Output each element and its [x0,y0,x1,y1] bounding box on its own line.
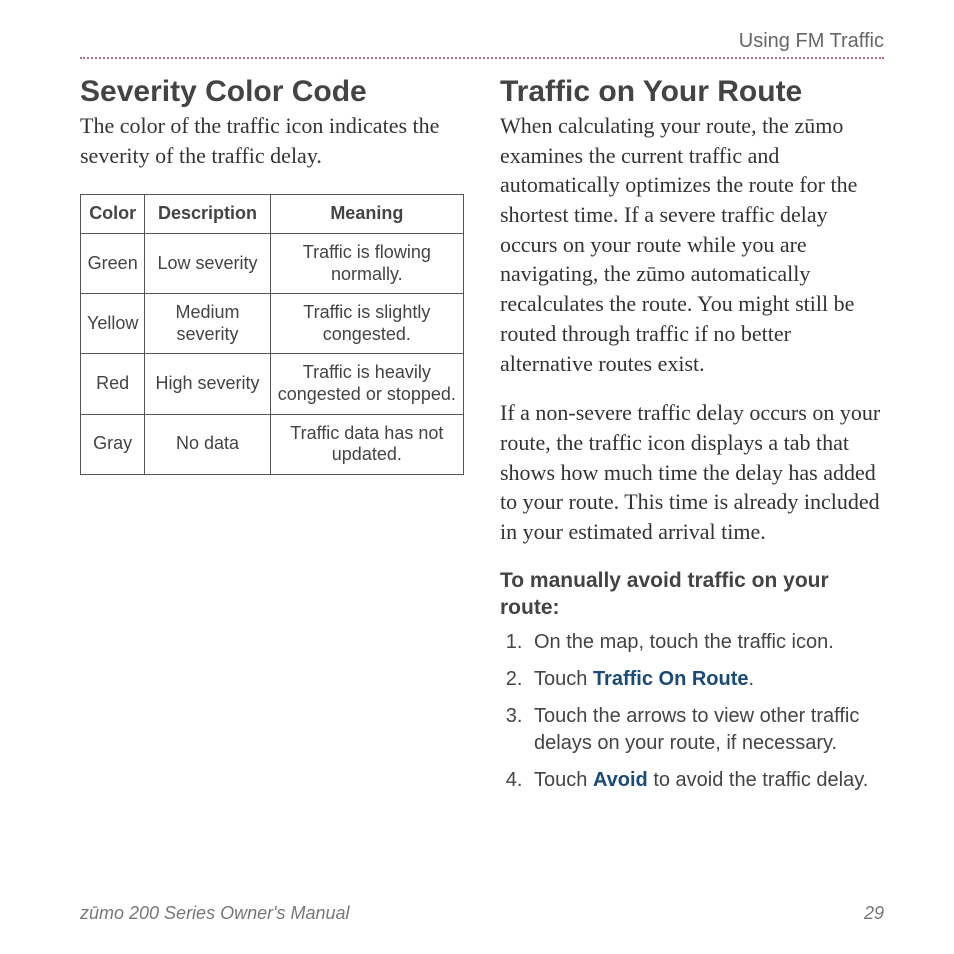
left-column: Severity Color Code The color of the tra… [80,75,464,804]
table-row: Green Low severity Traffic is flowing no… [81,233,464,293]
step-4: Touch Avoid to avoid the traffic delay. [528,767,884,794]
cell-mean: Traffic is slightly congested. [270,294,463,354]
cell-desc: High severity [145,354,270,414]
table-row: Gray No data Traffic data has not update… [81,414,464,474]
step-3: Touch the arrows to view other traffic d… [528,703,884,757]
cell-color: Yellow [81,294,145,354]
cell-color: Green [81,233,145,293]
cell-desc: Low severity [145,233,270,293]
page-number: 29 [864,903,884,924]
cell-mean: Traffic data has not updated. [270,414,463,474]
step-2: Touch Traffic On Route. [528,666,884,693]
cell-mean: Traffic is heavily congested or stopped. [270,354,463,414]
step-4-post: to avoid the traffic delay. [648,769,869,791]
th-description: Description [145,195,270,234]
manual-title: zūmo 200 Series Owner's Manual [80,903,350,924]
step-1: On the map, touch the traffic icon. [528,629,884,656]
page-footer: zūmo 200 Series Owner's Manual 29 [80,903,884,924]
cell-desc: No data [145,414,270,474]
table-head-row: Color Description Meaning [81,195,464,234]
cell-mean: Traffic is flowing normally. [270,233,463,293]
steps-title: To manually avoid traffic on your route: [500,567,884,622]
route-paragraph-2: If a non-severe traffic delay occurs on … [500,398,884,546]
th-meaning: Meaning [270,195,463,234]
table-row: Yellow Medium severity Traffic is slight… [81,294,464,354]
severity-heading: Severity Color Code [80,75,464,109]
step-2-keyword: Traffic On Route [593,668,749,690]
step-2-post: . [749,668,755,690]
header-rule [80,57,884,59]
step-4-keyword: Avoid [593,769,648,791]
cell-color: Gray [81,414,145,474]
section-header: Using FM Traffic [80,30,884,53]
th-color: Color [81,195,145,234]
route-paragraph-1: When calculating your route, the zūmo ex… [500,111,884,378]
cell-desc: Medium severity [145,294,270,354]
severity-intro: The color of the traffic icon indicates … [80,111,464,170]
step-2-pre: Touch [534,668,593,690]
step-4-pre: Touch [534,769,593,791]
steps-list: On the map, touch the traffic icon. Touc… [500,629,884,794]
cell-color: Red [81,354,145,414]
right-column: Traffic on Your Route When calculating y… [500,75,884,804]
severity-table: Color Description Meaning Green Low seve… [80,194,464,474]
route-heading: Traffic on Your Route [500,75,884,109]
columns: Severity Color Code The color of the tra… [80,75,884,804]
table-row: Red High severity Traffic is heavily con… [81,354,464,414]
page: Using FM Traffic Severity Color Code The… [0,0,954,954]
